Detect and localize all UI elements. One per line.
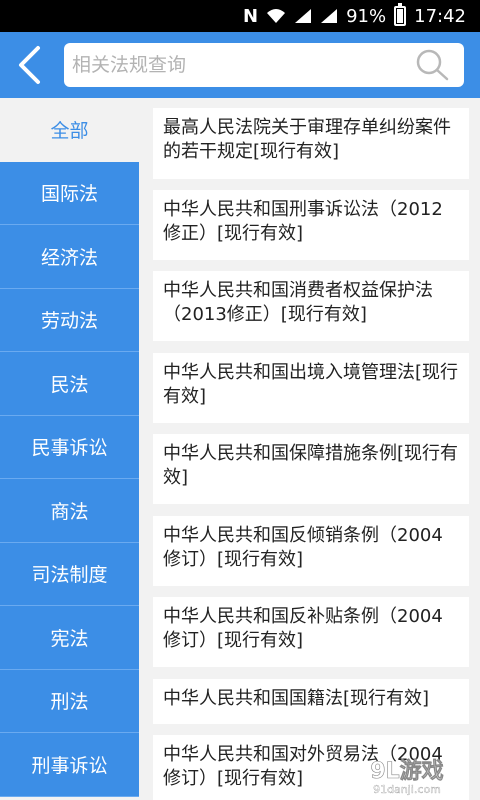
- sidebar-item-civil-procedure[interactable]: 民事诉讼: [0, 415, 139, 479]
- watermark-url: 91danji.com: [373, 783, 441, 796]
- law-list-item[interactable]: 中华人民共和国反补贴条例（2004修订）[现行有效]: [153, 597, 469, 667]
- top-bar: [0, 32, 480, 98]
- watermark-brand: 9L游戏: [370, 758, 443, 784]
- sidebar-item-constitution[interactable]: 宪法: [0, 606, 139, 670]
- watermark-logo: 9L游戏 91danji.com: [370, 758, 444, 796]
- clock: 17:42: [414, 5, 466, 27]
- signal-icon: [320, 8, 338, 24]
- sidebar-item-all[interactable]: 全部: [0, 98, 139, 162]
- law-list-item[interactable]: 中华人民共和国刑事诉讼法（2012修正）[现行有效]: [153, 190, 469, 260]
- law-list-item[interactable]: 最高人民法院关于审理存单纠纷案件的若干规定[现行有效]: [153, 108, 469, 179]
- sidebar-item-civil-law[interactable]: 民法: [0, 352, 139, 416]
- back-arrow-icon: [19, 46, 40, 84]
- sidebar-item-criminal-procedure[interactable]: 刑事诉讼: [0, 733, 139, 797]
- status-bar: N 91% 17:42: [0, 0, 480, 32]
- law-list-item[interactable]: 中华人民共和国保障措施条例[现行有效]: [153, 434, 469, 504]
- sidebar-item-labor-law[interactable]: 劳动法: [0, 288, 139, 352]
- law-list-item[interactable]: 中华人民共和国消费者权益保护法（2013修正）[现行有效]: [153, 271, 469, 341]
- law-list: 最高人民法院关于审理存单纠纷案件的若干规定[现行有效] 中华人民共和国刑事诉讼法…: [139, 98, 480, 800]
- signal-icon: [294, 8, 312, 24]
- sidebar-item-judicial-system[interactable]: 司法制度: [0, 542, 139, 606]
- search-icon[interactable]: [414, 48, 450, 82]
- category-sidebar: 全部 国际法 经济法 劳动法 民法 民事诉讼 商法 司法制度 宪法 刑法 刑事诉…: [0, 98, 139, 800]
- search-box[interactable]: [64, 43, 464, 87]
- law-list-item[interactable]: 中华人民共和国反倾销条例（2004修订）[现行有效]: [153, 516, 469, 586]
- status-icons: N 91% 17:42: [243, 0, 466, 32]
- search-input[interactable]: [72, 43, 402, 87]
- sidebar-item-criminal-law[interactable]: 刑法: [0, 669, 139, 733]
- sidebar-item-economic-law[interactable]: 经济法: [0, 225, 139, 289]
- wifi-icon: [266, 8, 286, 24]
- back-button[interactable]: [6, 40, 54, 90]
- battery-icon: [394, 3, 407, 26]
- n-icon: N: [243, 5, 259, 27]
- sidebar-item-commercial-law[interactable]: 商法: [0, 479, 139, 543]
- law-list-item[interactable]: 中华人民共和国出境入境管理法[现行有效]: [153, 353, 469, 423]
- law-list-item[interactable]: 中华人民共和国国籍法[现行有效]: [153, 679, 469, 724]
- sidebar-item-international-law[interactable]: 国际法: [0, 161, 139, 225]
- battery-percent: 91%: [346, 5, 387, 27]
